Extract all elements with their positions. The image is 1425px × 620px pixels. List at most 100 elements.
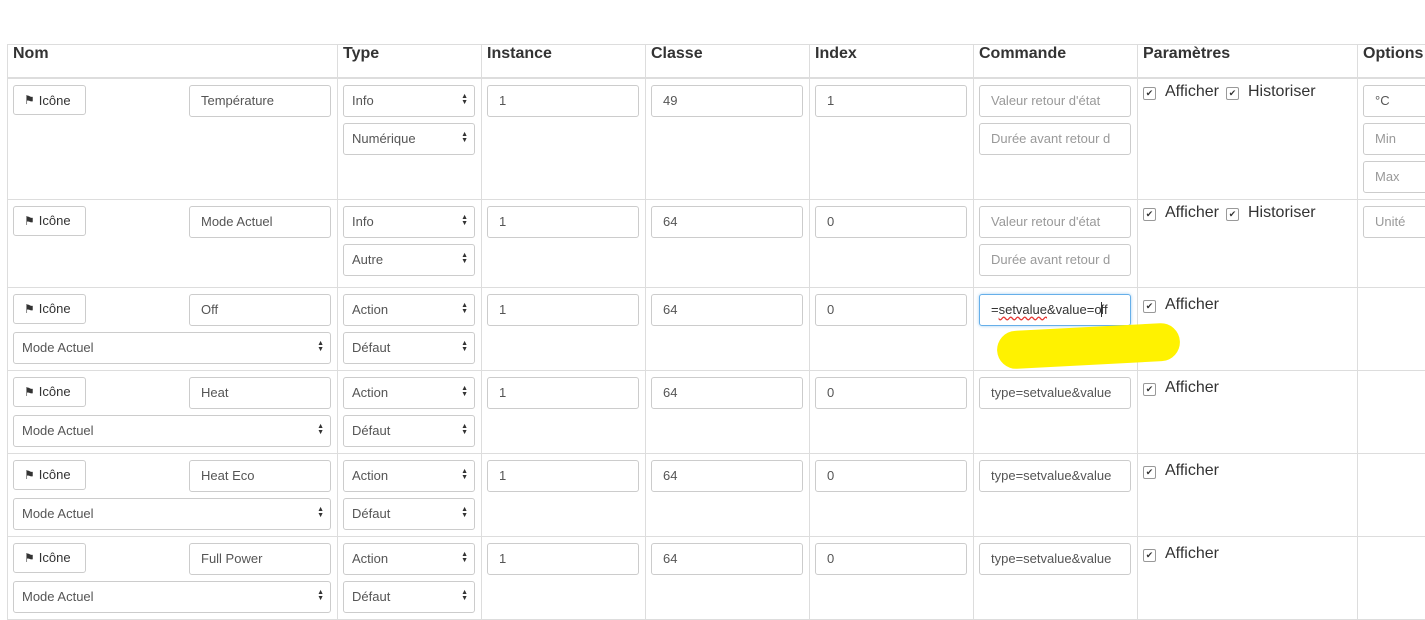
classe-input[interactable]: 64 [651, 206, 803, 238]
name-input[interactable]: Full Power [189, 543, 331, 575]
table-row: ⚑Icône Température Info▲▼ Numérique▲▼ 1 … [8, 78, 1425, 199]
return-value-input[interactable]: Valeur retour d'état [979, 206, 1131, 238]
icon-button[interactable]: ⚑Icône [13, 294, 86, 324]
classe-cell: 64 [646, 536, 810, 619]
col-header-classe: Classe [646, 45, 810, 79]
index-input[interactable]: 0 [815, 206, 967, 238]
return-delay-input[interactable]: Durée avant retour d [979, 244, 1131, 276]
icon-button[interactable]: ⚑Icône [13, 543, 86, 573]
unit-input[interactable]: °C [1363, 85, 1425, 117]
command-input[interactable]: type=setvalue&value [979, 543, 1131, 575]
type-select[interactable]: Action▲▼ [343, 460, 475, 492]
subtype-select[interactable]: Numérique▲▼ [343, 123, 475, 155]
name-input[interactable]: Off [189, 294, 331, 326]
historiser-checkbox[interactable]: ✔ [1226, 87, 1239, 100]
updown-arrows-icon: ▲▼ [461, 424, 468, 436]
instance-input[interactable]: 1 [487, 460, 639, 492]
command-input[interactable]: type=setvalue&value [979, 460, 1131, 492]
commande-cell: type=setvalue&value [974, 536, 1138, 619]
type-select[interactable]: Action▲▼ [343, 377, 475, 409]
type-select[interactable]: Info▲▼ [343, 85, 475, 117]
index-cell: 0 [810, 287, 974, 370]
flag-icon: ⚑ [24, 468, 35, 482]
classe-input[interactable]: 64 [651, 294, 803, 326]
linked-info-select[interactable]: Mode Actuel▲▼ [13, 581, 331, 613]
afficher-checkbox[interactable]: ✔ [1143, 549, 1156, 562]
instance-input[interactable]: 1 [487, 85, 639, 117]
icon-button[interactable]: ⚑Icône [13, 85, 86, 115]
index-input[interactable]: 0 [815, 460, 967, 492]
icon-button[interactable]: ⚑Icône [13, 206, 86, 236]
linked-info-select[interactable]: Mode Actuel▲▼ [13, 415, 331, 447]
index-input[interactable]: 0 [815, 543, 967, 575]
options-cell [1358, 370, 1425, 453]
classe-input[interactable]: 64 [651, 460, 803, 492]
subtype-select[interactable]: Défaut▲▼ [343, 498, 475, 530]
type-select[interactable]: Info▲▼ [343, 206, 475, 238]
linked-info-value: Mode Actuel [22, 506, 94, 521]
subtype-select[interactable]: Défaut▲▼ [343, 332, 475, 364]
type-select[interactable]: Action▲▼ [343, 294, 475, 326]
subtype-select[interactable]: Autre▲▼ [343, 244, 475, 276]
name-input[interactable]: Heat Eco [189, 460, 331, 492]
type-cell: Info▲▼ Numérique▲▼ [338, 78, 482, 199]
icon-button[interactable]: ⚑Icône [13, 460, 86, 490]
icon-button-label: Icône [39, 384, 71, 399]
instance-input[interactable]: 1 [487, 543, 639, 575]
index-cell: 0 [810, 536, 974, 619]
name-input[interactable]: Heat [189, 377, 331, 409]
afficher-checkbox[interactable]: ✔ [1143, 87, 1156, 100]
nom-cell: ⚑Icône Heat Mode Actuel▲▼ [8, 370, 338, 453]
commande-cell: Valeur retour d'état Durée avant retour … [974, 78, 1138, 199]
classe-input[interactable]: 64 [651, 377, 803, 409]
updown-arrows-icon: ▲▼ [317, 424, 324, 436]
min-input[interactable]: Min [1363, 123, 1425, 155]
classe-cell: 64 [646, 370, 810, 453]
classe-input[interactable]: 49 [651, 85, 803, 117]
type-cell: Action▲▼ Défaut▲▼ [338, 287, 482, 370]
commande-cell: type=setvalue&value [974, 453, 1138, 536]
afficher-label: Afficher [1165, 545, 1219, 563]
instance-input[interactable]: 1 [487, 294, 639, 326]
historiser-label: Historiser [1248, 83, 1316, 101]
command-input[interactable]: type=setvalue&value [979, 377, 1131, 409]
type-select-value: Action [352, 468, 388, 483]
index-input[interactable]: 0 [815, 377, 967, 409]
return-delay-input[interactable]: Durée avant retour d [979, 123, 1131, 155]
name-input[interactable]: Température [189, 85, 331, 117]
type-select[interactable]: Action▲▼ [343, 543, 475, 575]
linked-info-select[interactable]: Mode Actuel▲▼ [13, 498, 331, 530]
afficher-checkbox[interactable]: ✔ [1143, 383, 1156, 396]
table-row: ⚑Icône Off Mode Actuel▲▼ Action▲▼ Défaut… [8, 287, 1425, 370]
max-input[interactable]: Max [1363, 161, 1425, 193]
nom-cell: ⚑Icône Heat Eco Mode Actuel▲▼ [8, 453, 338, 536]
index-input[interactable]: 1 [815, 85, 967, 117]
icon-button-label: Icône [39, 93, 71, 108]
subtype-select-value: Numérique [352, 131, 416, 146]
subtype-select[interactable]: Défaut▲▼ [343, 581, 475, 613]
instance-input[interactable]: 1 [487, 206, 639, 238]
subtype-select-value: Autre [352, 252, 383, 267]
updown-arrows-icon: ▲▼ [461, 386, 468, 398]
afficher-label: Afficher [1165, 379, 1219, 397]
historiser-checkbox[interactable]: ✔ [1226, 208, 1239, 221]
instance-cell: 1 [482, 536, 646, 619]
command-text-misspelled: setvalue [999, 302, 1047, 317]
command-input[interactable]: =setvalue&value=off [979, 294, 1131, 326]
instance-input[interactable]: 1 [487, 377, 639, 409]
updown-arrows-icon: ▲▼ [461, 552, 468, 564]
classe-input[interactable]: 64 [651, 543, 803, 575]
return-value-input[interactable]: Valeur retour d'état [979, 85, 1131, 117]
name-input[interactable]: Mode Actuel [189, 206, 331, 238]
linked-info-select[interactable]: Mode Actuel▲▼ [13, 332, 331, 364]
subtype-select-value: Défaut [352, 506, 390, 521]
subtype-select[interactable]: Défaut▲▼ [343, 415, 475, 447]
unit-input[interactable]: Unité [1363, 206, 1425, 238]
afficher-checkbox[interactable]: ✔ [1143, 208, 1156, 221]
index-input[interactable]: 0 [815, 294, 967, 326]
nom-cell: ⚑Icône Off Mode Actuel▲▼ [8, 287, 338, 370]
afficher-checkbox[interactable]: ✔ [1143, 300, 1156, 313]
icon-button[interactable]: ⚑Icône [13, 377, 86, 407]
afficher-checkbox[interactable]: ✔ [1143, 466, 1156, 479]
type-cell: Info▲▼ Autre▲▼ [338, 199, 482, 287]
